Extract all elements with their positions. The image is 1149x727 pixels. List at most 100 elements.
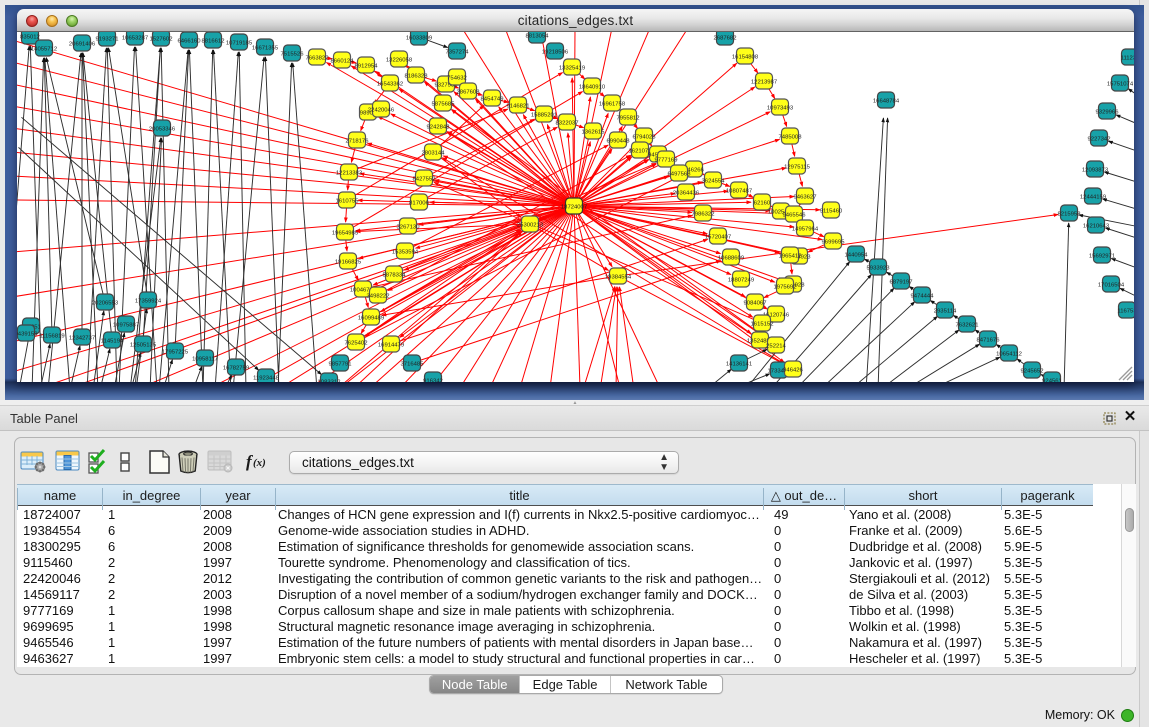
svg-text:10654112: 10654112 [996, 352, 1022, 358]
svg-text:2803144: 2803144 [422, 151, 446, 157]
svg-text:2935114: 2935114 [934, 309, 957, 315]
svg-text:252214: 252214 [766, 344, 786, 350]
svg-text:2867608: 2867608 [457, 90, 481, 96]
svg-text:12975115: 12975115 [784, 165, 810, 171]
svg-text:8427552: 8427552 [413, 177, 436, 183]
svg-text:9329966: 9329966 [1096, 110, 1120, 116]
svg-text:18724007: 18724007 [561, 205, 587, 211]
svg-text:16914479: 16914479 [378, 343, 404, 349]
svg-text:6990448: 6990448 [607, 139, 631, 145]
svg-text:754632: 754632 [447, 76, 467, 82]
svg-text:111234: 111234 [1121, 56, 1134, 62]
svg-text:19384554: 19384554 [605, 275, 632, 281]
svg-text:1145194: 1145194 [101, 339, 124, 345]
svg-text:19654985: 19654985 [332, 231, 359, 237]
svg-text:8813054: 8813054 [526, 34, 550, 40]
svg-text:15885201: 15885201 [531, 113, 557, 119]
svg-text:14136141: 14136141 [726, 362, 752, 368]
svg-text:10975887: 10975887 [113, 323, 139, 329]
svg-text:17016504: 17016504 [1098, 283, 1125, 289]
svg-text:12444159: 12444159 [1080, 195, 1106, 201]
svg-text:8186328: 8186328 [405, 74, 429, 80]
svg-text:946426: 946426 [783, 368, 803, 374]
svg-text:9193271: 9193271 [96, 37, 119, 43]
svg-text:(x): (x) [253, 457, 266, 469]
svg-text:1362615: 1362615 [582, 130, 606, 136]
svg-text:62160: 62160 [754, 201, 771, 207]
svg-text:19166825: 19166825 [335, 260, 362, 266]
svg-text:7663822: 7663822 [306, 56, 329, 62]
svg-text:9465546: 9465546 [783, 213, 807, 219]
svg-text:2687682: 2687682 [714, 36, 737, 42]
svg-text:16648784: 16648784 [873, 99, 900, 105]
svg-text:6497568: 6497568 [668, 172, 692, 178]
svg-text:16210643: 16210643 [1083, 224, 1110, 230]
svg-text:14055712: 14055712 [31, 47, 57, 53]
svg-text:9439159: 9439159 [17, 332, 37, 338]
svg-text:1527602: 1527602 [150, 37, 173, 43]
svg-text:10807487: 10807487 [726, 189, 752, 195]
svg-text:9084067: 9084067 [744, 301, 767, 307]
svg-text:12505135: 12505135 [130, 343, 157, 349]
svg-text:7625402: 7625402 [345, 341, 368, 347]
svg-text:20053346: 20053346 [149, 127, 176, 133]
svg-text:10653287: 10653287 [122, 36, 148, 42]
svg-text:9115460: 9115460 [820, 209, 843, 215]
svg-text:1975692: 1975692 [774, 285, 797, 291]
svg-text:10719185: 10719185 [226, 41, 253, 47]
svg-text:9463627: 9463627 [794, 195, 817, 201]
svg-text:16782759: 16782759 [223, 366, 249, 372]
svg-text:7632621: 7632621 [956, 323, 979, 329]
svg-text:9242848: 9242848 [427, 125, 451, 131]
svg-text:6879197: 6879197 [890, 280, 913, 286]
svg-text:18807249: 18807249 [728, 278, 754, 284]
svg-text:13226058: 13226058 [386, 58, 413, 64]
svg-text:9777169: 9777169 [655, 158, 678, 164]
svg-text:8912954: 8912954 [355, 64, 379, 70]
svg-text:7357274: 7357274 [446, 50, 470, 56]
svg-text:15692971: 15692971 [1089, 254, 1115, 260]
svg-text:9146821: 9146821 [507, 104, 530, 110]
svg-text:8816612: 8816612 [202, 39, 225, 45]
svg-text:5875685: 5875685 [432, 102, 456, 108]
svg-text:1615152: 1615152 [751, 322, 774, 328]
svg-text:1083312: 1083312 [318, 380, 341, 383]
svg-text:16543362: 16543362 [377, 82, 403, 88]
svg-text:916342: 916342 [423, 379, 443, 383]
svg-text:1965412: 1965412 [779, 254, 802, 260]
svg-text:8322037: 8322037 [556, 121, 579, 127]
svg-text:13325419: 13325419 [559, 66, 585, 72]
svg-text:17957225: 17957225 [162, 350, 189, 356]
svg-text:20364436: 20364436 [673, 191, 700, 197]
svg-text:8215958: 8215958 [1058, 212, 1082, 218]
svg-text:15720407: 15720407 [705, 235, 731, 241]
svg-text:3498222: 3498222 [367, 294, 390, 300]
svg-text:9474444: 9474444 [911, 294, 935, 300]
svg-text:15751074: 15751074 [1107, 82, 1134, 88]
svg-text:12342737: 12342737 [69, 336, 95, 342]
svg-text:25300213: 25300213 [517, 223, 544, 229]
svg-text:924561: 924561 [1042, 379, 1062, 383]
svg-text:8660124: 8660124 [331, 59, 355, 65]
svg-text:5878334: 5878334 [383, 273, 407, 279]
svg-text:6794028: 6794028 [633, 135, 657, 141]
svg-text:9699695: 9699695 [822, 240, 846, 246]
svg-text:116753: 116753 [1117, 309, 1134, 315]
svg-text:7986322: 7986322 [692, 212, 715, 218]
svg-text:20691406: 20691406 [69, 42, 96, 48]
svg-text:16671355: 16671355 [252, 46, 279, 52]
svg-text:3624554: 3624554 [702, 179, 726, 185]
svg-text:5933923: 5933923 [867, 266, 891, 272]
svg-text:835012: 835012 [20, 35, 40, 41]
svg-text:9245652: 9245652 [1021, 369, 1044, 375]
svg-text:15353594: 15353594 [392, 250, 419, 256]
svg-text:14957964: 14957964 [792, 227, 819, 233]
svg-text:6466160: 6466160 [178, 39, 202, 45]
svg-text:16961758: 16961758 [599, 102, 626, 108]
svg-text:3716485: 3716485 [401, 362, 425, 368]
svg-text:12213383: 12213383 [336, 171, 363, 177]
svg-text:9227342: 9227342 [1088, 137, 1111, 143]
svg-text:12093873: 12093873 [1082, 168, 1109, 174]
svg-text:3267130: 3267130 [397, 225, 421, 231]
svg-text:19218506: 19218506 [542, 50, 569, 56]
